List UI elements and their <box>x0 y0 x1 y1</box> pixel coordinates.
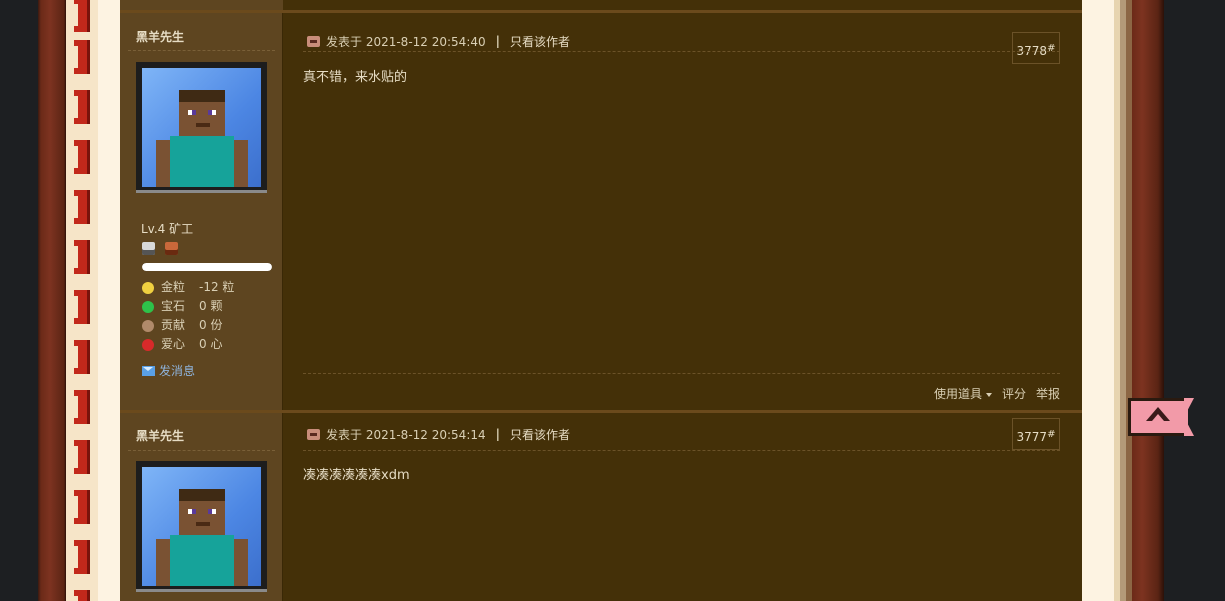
previous-post-bottom <box>120 0 1082 13</box>
level-progress-fill <box>142 263 272 271</box>
ribbon-segment <box>74 0 90 32</box>
stat-value: -12 粒 <box>199 280 235 294</box>
rate-button[interactable]: 评分 <box>1002 385 1026 402</box>
thread-post-list: 黑羊先生 Lv.4 矿工 金粒 -12 粒 宝石 0 颗 贡献 0 份 爱心 0… <box>120 0 1082 601</box>
only-author-link[interactable]: 只看该作者 <box>510 33 570 50</box>
stat-contribution: 贡献 0 份 <box>142 316 234 335</box>
stat-value: 0 颗 <box>199 299 223 313</box>
post-time: 发表于 2021-8-12 20:54:40 <box>326 34 486 49</box>
cookie-icon <box>142 319 154 332</box>
post-meta: 发表于 2021-8-12 20:54:40 | 只看该作者 <box>307 33 570 49</box>
right-border-decoration <box>1082 0 1164 601</box>
floor-mark: # <box>1047 43 1056 54</box>
gold-nugget-icon <box>142 281 154 294</box>
author-sidebar: 黑羊先生 <box>120 413 283 601</box>
medal-list <box>142 242 184 256</box>
author-name[interactable]: 黑羊先生 <box>136 427 184 444</box>
avatar[interactable] <box>136 461 267 592</box>
use-tools-label: 使用道具 <box>933 387 982 401</box>
send-message-link[interactable]: 发消息 <box>142 362 195 379</box>
ribbon-segment <box>74 240 90 274</box>
content-divider <box>303 373 1060 374</box>
post-content: 发表于 2021-8-12 20:54:40 | 只看该作者 3778 # 真不错… <box>283 13 1082 410</box>
ribbon-segment <box>74 340 90 374</box>
author-name[interactable]: 黑羊先生 <box>136 28 184 45</box>
floor-number[interactable]: 3777 # <box>1012 418 1060 450</box>
ribbon-segment <box>74 390 90 424</box>
post-message: 凑凑凑凑凑凑xdm <box>303 468 410 483</box>
iron-helmet-medal-icon[interactable] <box>142 242 155 255</box>
stat-love: 爱心 0 心 <box>142 335 234 354</box>
ribbon-segment <box>74 290 90 324</box>
content-divider <box>303 51 1060 52</box>
post-actions: 使用道具 评分 举报 <box>934 385 1060 402</box>
level-progress-bar <box>142 263 272 271</box>
stat-value: 0 心 <box>199 337 223 351</box>
caret-down-icon <box>985 392 992 397</box>
meta-separator: | <box>495 427 501 441</box>
meta-separator: | <box>495 34 501 48</box>
stat-gem: 宝石 0 颗 <box>142 297 234 316</box>
post-3777: 黑羊先生 发表于 2021-8-12 20:54:14 | 只看该作者 3777… <box>120 413 1082 601</box>
post-meta: 发表于 2021-8-12 20:54:14 | 只看该作者 <box>307 426 570 442</box>
pig-face-icon <box>307 35 320 47</box>
stat-label: 爱心 <box>161 337 186 351</box>
send-message-label: 发消息 <box>159 364 196 378</box>
ribbon-segment <box>74 440 90 474</box>
only-author-link[interactable]: 只看该作者 <box>510 426 570 443</box>
report-button[interactable]: 举报 <box>1036 385 1060 402</box>
steve-avatar-icon <box>142 467 261 586</box>
ribbon-segment <box>74 590 90 601</box>
emerald-icon <box>142 300 154 313</box>
floor-mark: # <box>1047 429 1056 440</box>
stat-label: 宝石 <box>161 299 186 313</box>
stat-gold: 金粒 -12 粒 <box>142 278 234 297</box>
leather-helmet-medal-icon[interactable] <box>164 242 178 255</box>
apple-heart-icon <box>142 338 154 351</box>
author-sidebar: 黑羊先生 Lv.4 矿工 金粒 -12 粒 宝石 0 颗 贡献 0 份 爱心 0… <box>120 13 283 410</box>
pig-face-icon <box>307 428 320 440</box>
mail-icon <box>142 365 155 376</box>
ribbon-segment <box>74 140 90 174</box>
use-tools-button[interactable]: 使用道具 <box>934 385 992 402</box>
back-to-top-button[interactable] <box>1126 393 1194 443</box>
user-level[interactable]: Lv.4 矿工 <box>141 220 193 237</box>
stat-label: 金粒 <box>161 280 186 294</box>
avatar[interactable] <box>136 62 267 193</box>
floor-number-value: 3777 <box>1016 430 1048 444</box>
post-content: 发表于 2021-8-12 20:54:14 | 只看该作者 3777 # 凑凑凑… <box>283 413 1082 601</box>
ribbon-segment <box>74 40 90 74</box>
ribbon-segment <box>74 190 90 224</box>
stat-label: 贡献 <box>161 318 186 332</box>
floor-number[interactable]: 3778 # <box>1012 32 1060 64</box>
post-time: 发表于 2021-8-12 20:54:14 <box>326 427 486 442</box>
steve-avatar-icon <box>142 68 261 187</box>
content-divider <box>303 450 1060 451</box>
author-divider <box>128 450 275 451</box>
author-divider <box>128 50 275 51</box>
ribbon-segment <box>74 490 90 524</box>
post-3778: 黑羊先生 Lv.4 矿工 金粒 -12 粒 宝石 0 颗 贡献 0 份 爱心 0… <box>120 13 1082 410</box>
post-message: 真不错，来水贴的 <box>303 70 408 85</box>
ribbon-segment <box>74 90 90 124</box>
user-stats: 金粒 -12 粒 宝石 0 颗 贡献 0 份 爱心 0 心 <box>142 278 234 354</box>
stat-value: 0 份 <box>199 318 223 332</box>
ribbon-segment <box>74 540 90 574</box>
